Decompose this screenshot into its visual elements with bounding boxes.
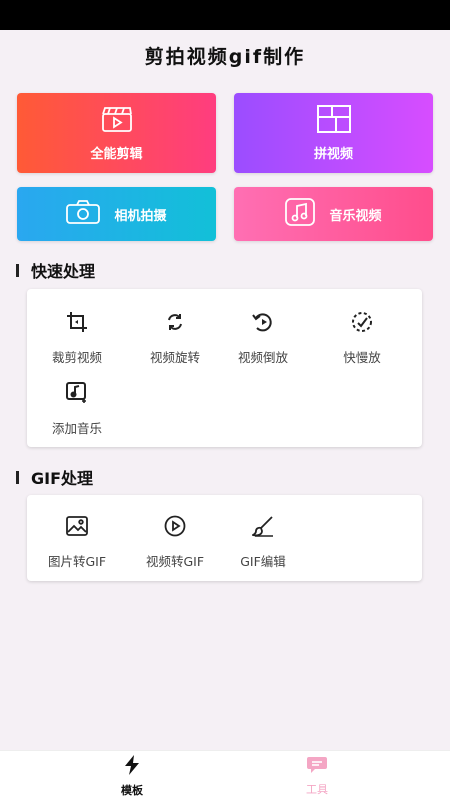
tool-image-to-gif[interactable]: 图片转GIF — [28, 513, 126, 570]
chat-bubble-icon — [306, 756, 328, 778]
section-quick: 快速处理 — [16, 258, 95, 282]
card-join-video[interactable]: 拼视频 — [234, 93, 433, 173]
card-label: 音乐视频 — [329, 208, 382, 224]
card-music-video[interactable]: 音乐视频 — [234, 187, 433, 241]
bottom-nav: 模板 工具 — [0, 750, 450, 800]
tool-label: 视频倒放 — [237, 350, 288, 365]
tool-add-music[interactable]: 添加音乐 — [28, 380, 126, 437]
tool-video-to-gif[interactable]: 视频转GIF — [126, 513, 224, 570]
gif-tools-panel: 图片转GIF 视频转GIF GIF编辑 — [27, 495, 422, 581]
tool-gif-edit[interactable]: GIF编辑 — [214, 513, 312, 570]
tool-label: 视频转GIF — [145, 554, 205, 569]
crop-icon — [64, 309, 90, 335]
add-music-icon — [64, 380, 90, 406]
tool-speed[interactable]: 快慢放 — [313, 309, 411, 366]
app-header: 剪拍视频gif制作 — [0, 30, 450, 80]
app-title: 剪拍视频gif制作 — [144, 45, 306, 68]
card-all-in-one-edit[interactable]: 全能剪辑 — [17, 93, 216, 173]
tool-crop-video[interactable]: 裁剪视频 — [28, 309, 126, 366]
nav-tab-templates[interactable]: 模板 — [92, 751, 172, 800]
card-label: 全能剪辑 — [90, 146, 143, 162]
tool-rotate-video[interactable]: 视频旋转 — [126, 309, 224, 366]
tool-label: 裁剪视频 — [51, 350, 102, 365]
rotate-icon — [162, 309, 188, 335]
nav-label: 工具 — [306, 782, 328, 796]
clapperboard-icon — [101, 105, 133, 137]
rewind-icon — [250, 309, 276, 335]
image-icon — [64, 513, 90, 539]
card-label: 拼视频 — [313, 146, 353, 162]
section-title: 快速处理 — [31, 262, 96, 281]
play-circle-icon — [162, 513, 188, 539]
section-marker — [16, 263, 19, 277]
nav-label: 模板 — [121, 783, 143, 797]
camera-icon — [66, 200, 101, 228]
speed-icon — [349, 309, 375, 335]
section-title: GIF处理 — [31, 469, 94, 488]
quick-tools-panel: 裁剪视频 视频旋转 视频倒放 快慢放 添加音乐 — [27, 289, 422, 447]
status-bar — [0, 0, 450, 30]
section-marker — [16, 470, 19, 484]
brush-icon — [250, 513, 276, 539]
tool-label: 图片转GIF — [47, 554, 107, 569]
nav-tab-tools[interactable]: 工具 — [277, 751, 357, 800]
card-label: 相机拍摄 — [114, 208, 167, 224]
tool-label: 快慢放 — [343, 350, 381, 365]
tool-reverse-video[interactable]: 视频倒放 — [214, 309, 312, 366]
card-camera[interactable]: 相机拍摄 — [17, 187, 216, 241]
section-gif: GIF处理 — [16, 465, 93, 489]
music-note-icon — [285, 198, 316, 230]
tool-label: 视频旋转 — [149, 350, 200, 365]
grid-layout-icon — [316, 104, 351, 137]
tool-label: GIF编辑 — [240, 554, 286, 569]
lightning-icon — [123, 754, 141, 779]
tool-label: 添加音乐 — [51, 421, 102, 436]
